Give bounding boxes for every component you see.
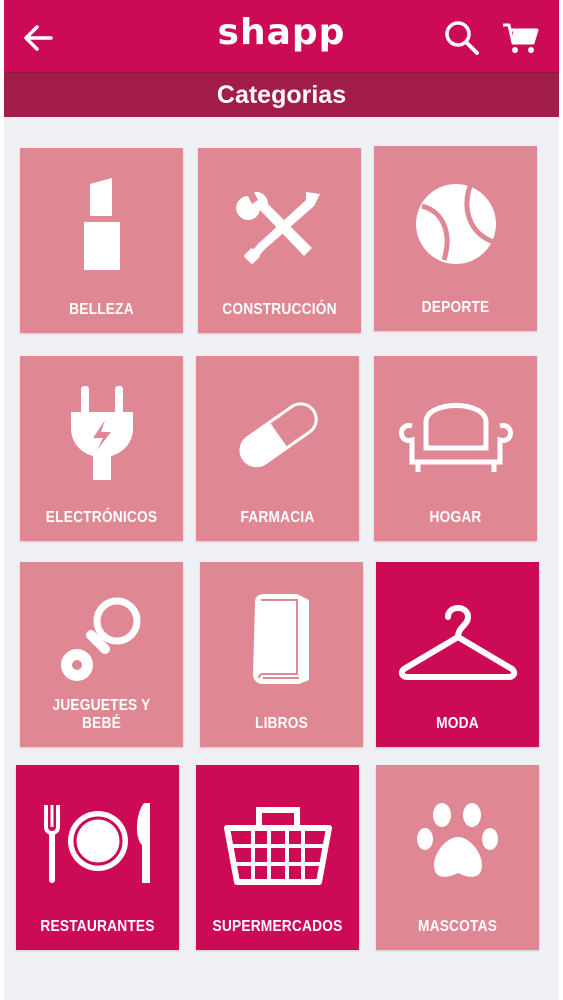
pill-capsule-icon <box>196 374 359 494</box>
category-tile-restaurantes[interactable]: RESTAURANTES <box>16 765 179 950</box>
top-app-bar: shapp <box>4 0 559 72</box>
category-label: DEPORTE <box>421 299 490 316</box>
section-header: Categorias <box>4 72 559 117</box>
search-button[interactable] <box>442 18 482 58</box>
category-tile-farmacia[interactable]: FARMACIA <box>196 356 359 541</box>
category-tile-deporte[interactable]: DEPORTE <box>374 146 537 331</box>
category-tile-moda[interactable]: MODA <box>376 562 539 747</box>
search-icon <box>444 20 480 56</box>
category-label: CONSTRUCCIÓN <box>222 301 337 318</box>
pacifier-icon <box>20 580 183 700</box>
category-label: RESTAURANTES <box>40 918 155 935</box>
category-label: MODA <box>436 715 479 732</box>
category-tile-supermercados[interactable]: SUPERMERCADOS <box>196 765 359 950</box>
category-tile-belleza[interactable]: BELLEZA <box>20 148 183 333</box>
shopping-basket-icon <box>196 783 359 903</box>
category-tile-libros[interactable]: LIBROS <box>200 562 363 747</box>
category-label: MASCOTAS <box>417 918 498 935</box>
category-tile-electronicos[interactable]: ELECTRÓNICOS <box>20 356 183 541</box>
lipstick-icon <box>20 166 183 286</box>
plate-cutlery-icon <box>16 783 179 903</box>
book-icon <box>200 580 363 700</box>
shopping-cart-icon <box>501 21 539 55</box>
category-tile-construccion[interactable]: CONSTRUCCIÓN <box>198 148 361 333</box>
category-label: LIBROS <box>254 715 309 732</box>
page-title: Categorias <box>216 81 347 109</box>
category-label: SUPERMERCADOS <box>212 918 343 935</box>
paw-print-icon <box>376 783 539 903</box>
category-label: JUEGUETES Y BEBÉ <box>52 697 151 732</box>
tennis-ball-icon <box>374 164 537 284</box>
app-screen: shapp Categorias BELLEZA CONSTRUCCIÓN DE… <box>4 0 559 1000</box>
category-tile-hogar[interactable]: HOGAR <box>374 356 537 541</box>
armchair-icon <box>374 374 537 494</box>
category-label: BELLEZA <box>69 301 134 318</box>
category-tile-juguetes[interactable]: JUEGUETES Y BEBÉ <box>20 562 183 747</box>
category-label: HOGAR <box>429 509 482 526</box>
category-tile-mascotas[interactable]: MASCOTAS <box>376 765 539 950</box>
category-label: FARMACIA <box>240 509 315 526</box>
wrench-screwdriver-icon <box>198 166 361 286</box>
power-plug-icon <box>20 374 183 494</box>
cart-button[interactable] <box>498 18 542 58</box>
clothes-hanger-icon <box>376 580 539 700</box>
category-label: ELECTRÓNICOS <box>45 509 158 526</box>
